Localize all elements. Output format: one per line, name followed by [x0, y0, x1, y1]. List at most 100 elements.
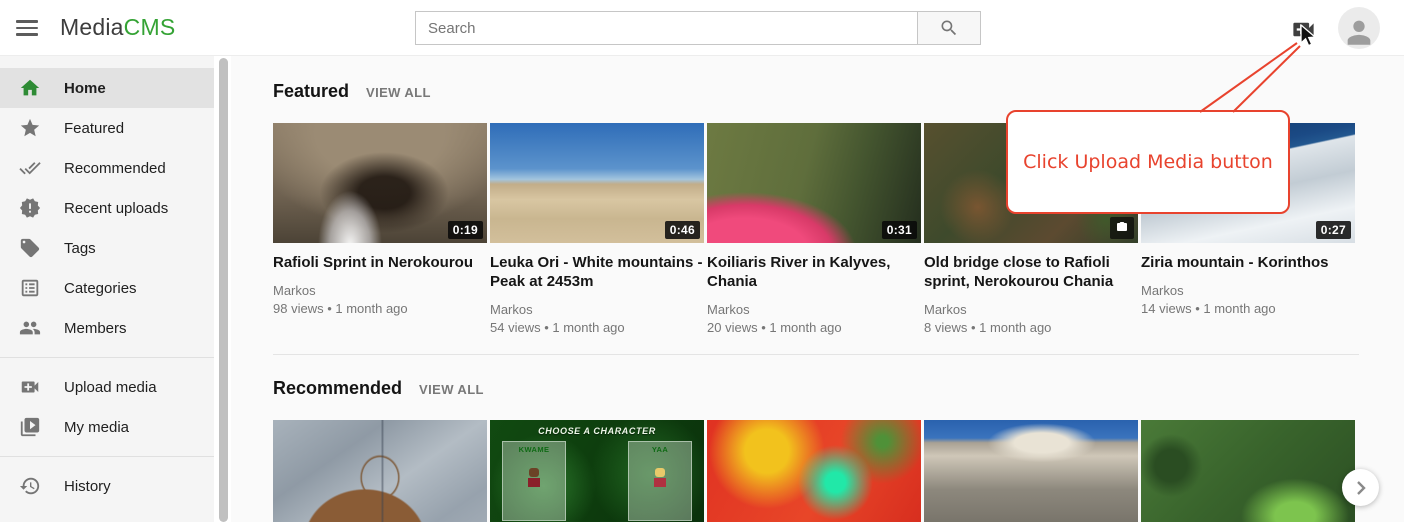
sidebar-divider — [0, 357, 214, 358]
person-icon — [1342, 15, 1376, 49]
section-divider — [273, 354, 1359, 355]
history-icon — [19, 475, 41, 497]
game-character-panel: KWAME Selected — [502, 441, 566, 521]
sidebar-item-label: My media — [64, 419, 129, 436]
sidebar-item-members[interactable]: Members — [0, 308, 214, 348]
history-icon — [18, 474, 42, 498]
video-card[interactable] — [924, 420, 1138, 522]
video-meta: 54 views • 1 month ago — [490, 319, 704, 337]
camera-icon — [1115, 221, 1129, 233]
sidebar-scrollbar-track — [214, 56, 231, 522]
video-library-icon — [19, 416, 41, 438]
carousel-next-button[interactable] — [1342, 469, 1379, 506]
featured-section-title: Featured — [273, 81, 349, 102]
video-thumbnail[interactable]: CHOOSE A CHARACTER KWAME Selected YAA Se… — [490, 420, 704, 522]
search-bar — [415, 11, 981, 45]
game-character-sprite — [528, 468, 540, 490]
video-thumbnail[interactable] — [1141, 420, 1355, 522]
sidebar-item-label: Members — [64, 320, 127, 337]
sidebar-item-tags[interactable]: Tags — [0, 228, 214, 268]
recommended-video-row: CHOOSE A CHARACTER KWAME Selected YAA Se… — [273, 420, 1404, 522]
video-duration-badge: 0:46 — [665, 221, 700, 239]
video-thumbnail[interactable]: 0:19 — [273, 123, 487, 243]
search-icon — [939, 18, 959, 38]
sidebar-item-label: Featured — [64, 120, 124, 137]
annotation-callout: Click Upload Media button — [1006, 110, 1290, 214]
video-thumbnail[interactable]: 0:31 — [707, 123, 921, 243]
user-avatar[interactable] — [1338, 7, 1380, 49]
game-thumb-title: CHOOSE A CHARACTER — [490, 426, 704, 436]
sidebar-item-recent-uploads[interactable]: Recent uploads — [0, 188, 214, 228]
categories-icon — [18, 276, 42, 300]
sidebar-item-label: Tags — [64, 240, 96, 257]
sidebar-item-upload-media[interactable]: Upload media — [0, 367, 214, 407]
video-author[interactable]: Markos — [924, 301, 1138, 319]
search-button[interactable] — [918, 11, 981, 45]
video-author[interactable]: Markos — [490, 301, 704, 319]
video-card[interactable] — [273, 420, 487, 522]
video-card[interactable] — [707, 420, 921, 522]
recommended-section-title: Recommended — [273, 378, 402, 399]
sidebar-item-recommended[interactable]: Recommended — [0, 148, 214, 188]
video-title[interactable]: Koiliaris River in Kalyves, Chania — [707, 253, 921, 291]
new-releases-icon — [19, 197, 41, 219]
sidebar-item-home[interactable]: Home — [0, 68, 214, 108]
video-thumbnail[interactable] — [924, 420, 1138, 522]
done-all-icon — [18, 156, 42, 180]
sidebar-scrollbar[interactable] — [219, 58, 228, 522]
featured-view-all-link[interactable]: VIEW ALL — [366, 85, 431, 100]
video-card[interactable]: 0:31 Koiliaris River in Kalyves, Chania M… — [707, 123, 921, 337]
video-card[interactable]: 0:46 Leuka Ori - White mountains - Peak a… — [490, 123, 704, 337]
video-meta: 98 views • 1 month ago — [273, 300, 487, 318]
sidebar-item-label: Home — [64, 80, 106, 97]
photo-media-badge — [1110, 217, 1134, 239]
video-card[interactable]: 0:19Rafioli Sprint in Nerokourou Markos … — [273, 123, 487, 337]
video-meta: 8 views • 1 month ago — [924, 319, 1138, 337]
sidebar-item-label: Categories — [64, 280, 137, 297]
video-author[interactable]: Markos — [707, 301, 921, 319]
home-icon — [18, 76, 42, 100]
video-author[interactable]: Markos — [273, 282, 487, 300]
video-thumbnail[interactable]: 0:46 — [490, 123, 704, 243]
sidebar-divider — [0, 456, 214, 457]
app-logo[interactable]: MediaCMS — [60, 14, 175, 41]
members-icon — [19, 317, 41, 339]
video-meta: 14 views • 1 month ago — [1141, 300, 1355, 318]
video-card[interactable] — [1141, 420, 1355, 522]
chevron-right-icon — [1353, 480, 1369, 496]
video-title[interactable]: Leuka Ori - White mountains - Peak at 24… — [490, 253, 704, 291]
video-duration-badge: 0:27 — [1316, 221, 1351, 239]
top-header: MediaCMS — [0, 0, 1404, 56]
search-input[interactable] — [415, 11, 918, 45]
video-duration-badge: 0:31 — [882, 221, 917, 239]
sidebar-item-label: Upload media — [64, 379, 157, 396]
video-card[interactable]: CHOOSE A CHARACTER KWAME Selected YAA Se… — [490, 420, 704, 522]
sidebar-item-history[interactable]: History — [0, 466, 214, 506]
video-title[interactable]: Ziria mountain - Korinthos — [1141, 253, 1355, 272]
sidebar-item-label: Recent uploads — [64, 200, 168, 217]
recommended-section-header: Recommended VIEW ALL — [273, 378, 1404, 399]
home-icon — [19, 77, 41, 99]
upload-media-icon — [1290, 16, 1317, 43]
categories-icon — [19, 277, 41, 299]
upload-media-button[interactable] — [1288, 15, 1318, 43]
recommended-view-all-link[interactable]: VIEW ALL — [419, 382, 484, 397]
game-character-name: KWAME — [503, 445, 565, 454]
video-meta: 20 views • 1 month ago — [707, 319, 921, 337]
tag-icon — [18, 236, 42, 260]
done-all-icon — [19, 157, 41, 179]
logo-prefix: Media — [60, 14, 124, 40]
video-title[interactable]: Rafioli Sprint in Nerokourou — [273, 253, 487, 272]
sidebar-nav: Home Featured Recommended Recent uploads… — [0, 56, 214, 522]
members-icon — [18, 316, 42, 340]
sidebar-item-my-media[interactable]: My media — [0, 407, 214, 447]
video-thumbnail[interactable] — [707, 420, 921, 522]
sidebar-item-featured[interactable]: Featured — [0, 108, 214, 148]
video-library-icon — [18, 415, 42, 439]
sidebar-item-categories[interactable]: Categories — [0, 268, 214, 308]
video-title[interactable]: Old bridge close to Rafioli sprint, Nero… — [924, 253, 1138, 291]
video-thumbnail[interactable] — [273, 420, 487, 522]
hamburger-menu-icon[interactable] — [14, 17, 40, 39]
featured-section-header: Featured VIEW ALL — [273, 81, 1404, 102]
video-author[interactable]: Markos — [1141, 282, 1355, 300]
